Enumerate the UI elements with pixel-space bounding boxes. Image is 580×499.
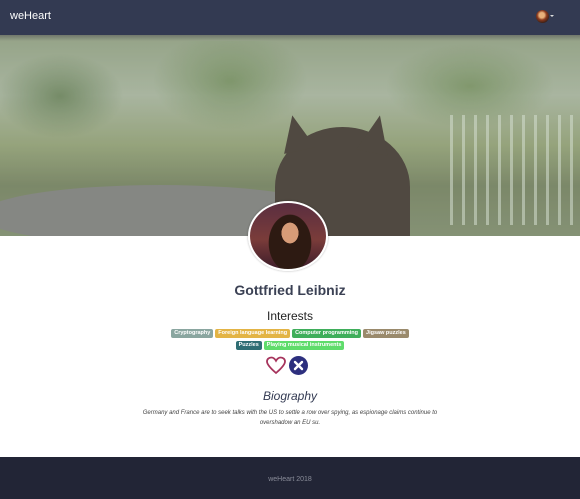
biography-heading: Biography bbox=[262, 389, 318, 403]
interest-tag: Jigsaw puzzles bbox=[363, 329, 409, 338]
interest-tag: Puzzles bbox=[235, 341, 262, 350]
footer-copyright: weHeart 2018 bbox=[268, 476, 312, 483]
biography-text: Germany and France are to seek talks wit… bbox=[142, 410, 438, 426]
page-footer: weHeart 2018 bbox=[0, 457, 580, 499]
interest-tag: Playing musical instruments bbox=[263, 341, 345, 350]
profile-name: Gottfried Leibniz bbox=[234, 282, 346, 298]
brand-logo[interactable]: weHeart bbox=[10, 10, 51, 22]
interest-tags-row: Cryptography Foreign language learning C… bbox=[0, 329, 580, 338]
interest-tag: Computer programming bbox=[292, 329, 362, 338]
profile-avatar bbox=[248, 201, 328, 271]
top-navbar: weHeart bbox=[0, 0, 580, 35]
caret-down-icon[interactable] bbox=[550, 15, 554, 17]
reject-button[interactable] bbox=[289, 356, 308, 375]
heart-outline-icon[interactable] bbox=[266, 356, 286, 375]
user-avatar-icon[interactable] bbox=[536, 10, 549, 23]
interests-heading: Interests bbox=[266, 309, 314, 323]
like-button[interactable] bbox=[266, 356, 286, 375]
interest-tag: Cryptography bbox=[171, 329, 214, 338]
user-menu-toggle[interactable] bbox=[536, 10, 558, 24]
close-circle-icon[interactable] bbox=[289, 356, 308, 375]
interest-tags-row: Puzzles Playing musical instruments bbox=[0, 341, 580, 350]
profile-actions bbox=[266, 356, 310, 376]
interest-tag: Foreign language learning bbox=[215, 329, 291, 338]
